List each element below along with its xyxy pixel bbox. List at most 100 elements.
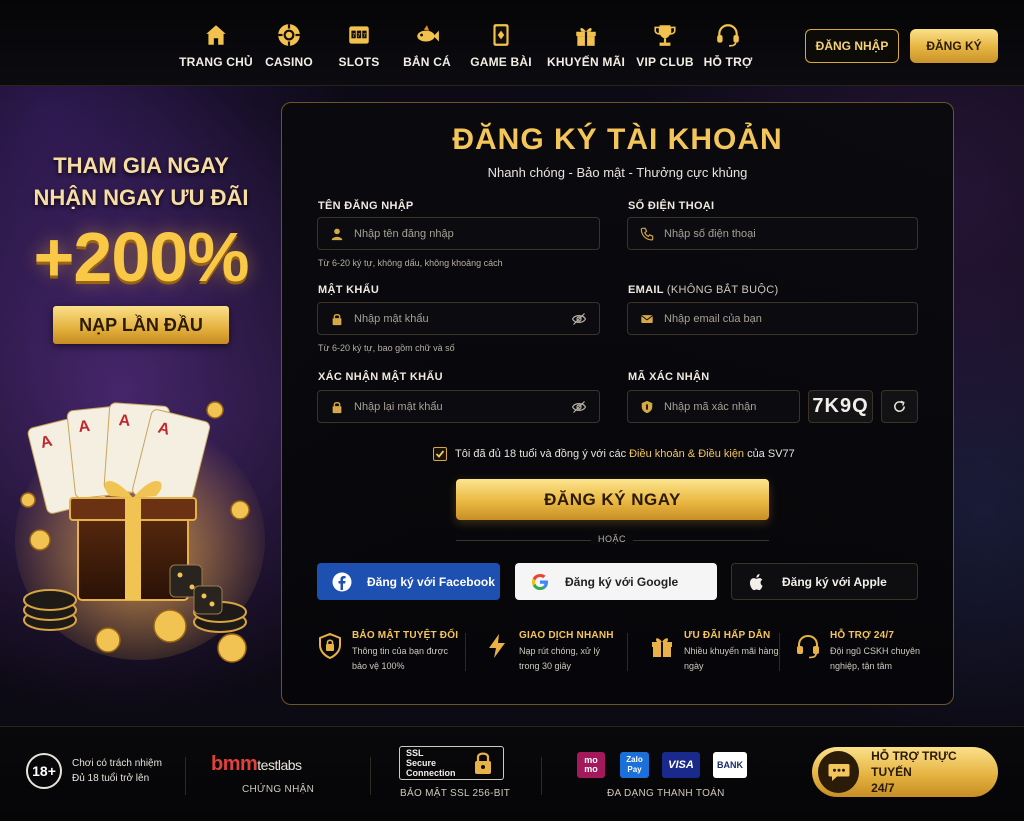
promo-bonus: +200% xyxy=(33,218,250,296)
nav-fishing[interactable]: BẮN CÁ xyxy=(394,22,460,69)
feature-divider xyxy=(465,633,466,671)
nav-slots[interactable]: 777 SLOTS xyxy=(324,22,394,69)
footer-divider xyxy=(185,757,186,795)
svg-text:A: A xyxy=(78,418,92,436)
responsible-gaming-text: Chơi có trách nhiệm Đủ 18 tuổi trở lên xyxy=(72,756,162,786)
support-line-1: HỖ TRỢ TRỰC TUYẾN xyxy=(871,749,957,779)
password-input[interactable] xyxy=(354,312,571,325)
nav-card-games-label: GAME BÀI xyxy=(470,55,532,69)
footer-divider xyxy=(370,757,371,795)
chat-bubble-icon xyxy=(818,751,860,793)
nav-support[interactable]: HỖ TRỢ xyxy=(700,22,756,69)
register-now-button[interactable]: ĐĂNG KÝ NGAY xyxy=(456,479,769,520)
eye-off-icon[interactable] xyxy=(571,311,587,327)
svg-text:7: 7 xyxy=(357,33,360,39)
footer-divider xyxy=(541,757,542,795)
feature-promotions: ƯU ĐÃI HẤP DẪN Nhiều khuyến mãi hàng ngày xyxy=(648,630,808,674)
nav-home[interactable]: TRANG CHỦ xyxy=(178,22,254,69)
ssl-caption: BẢO MẬT SSL 256-BIT xyxy=(400,788,511,799)
visa-logo: VISA xyxy=(662,752,700,778)
zalopay-logo: Zalo Pay xyxy=(620,752,649,778)
lock-icon xyxy=(332,313,342,325)
headset-icon xyxy=(717,24,739,47)
trophy-icon xyxy=(654,25,676,46)
phone-input[interactable] xyxy=(664,227,917,240)
refresh-icon xyxy=(894,400,905,412)
email-label-optional: (KHÔNG BẮT BUỘC) xyxy=(666,284,779,296)
bmm-caption: CHỨNG NHẬN xyxy=(242,784,315,795)
google-register-label: Đăng ký với Google xyxy=(565,574,679,589)
username-field[interactable] xyxy=(317,217,600,250)
email-input[interactable] xyxy=(664,312,917,325)
password-field[interactable] xyxy=(317,302,600,335)
slot-machine-icon: 777 xyxy=(349,26,369,44)
main-nav: TRANG CHỦ CASINO 777 SLOTS BẮN CÁ GAME B… xyxy=(178,22,756,69)
or-label: HOẶC xyxy=(591,534,633,544)
captcha-label: MÃ XÁC NHẬN xyxy=(628,371,710,383)
terms-prefix: Tôi đã đủ 18 tuổi và đồng ý với các xyxy=(455,448,627,460)
confirm-password-field[interactable] xyxy=(317,390,600,423)
responsible-line-1: Chơi có trách nhiệm xyxy=(72,758,162,769)
nav-vip[interactable]: VIP CLUB xyxy=(630,22,700,69)
google-register-button[interactable]: Đăng ký với Google xyxy=(515,563,717,600)
gift-icon xyxy=(576,27,596,46)
phone-field[interactable] xyxy=(627,217,918,250)
card-icon xyxy=(493,24,509,46)
payment-caption: ĐA DẠNG THANH TOÁN xyxy=(607,788,725,799)
feature-divider xyxy=(779,633,780,671)
age-18-badge: 18+ xyxy=(26,753,62,789)
nav-fishing-label: BẮN CÁ xyxy=(403,55,451,69)
bank-logo: BANK xyxy=(713,752,747,778)
terms-row: Tôi đã đủ 18 tuổi và đồng ý với các Điều… xyxy=(433,447,795,461)
terms-checkbox[interactable] xyxy=(433,447,447,461)
confirm-password-input[interactable] xyxy=(354,400,571,413)
eye-off-icon[interactable] xyxy=(571,399,587,415)
email-label: EMAIL (KHÔNG BẮT BUỘC) xyxy=(628,284,778,296)
captcha-refresh-button[interactable] xyxy=(881,390,918,423)
google-icon xyxy=(532,573,548,590)
promo-line-1: THAM GIA NGAY xyxy=(53,153,229,178)
cards-gift-illustration: A A A A xyxy=(15,401,265,663)
fish-icon xyxy=(417,25,439,42)
responsible-line-2: Đủ 18 tuổi trở lên xyxy=(72,773,150,784)
terms-link[interactable]: Điều khoản & Điều kiện xyxy=(629,448,744,460)
login-button[interactable]: ĐĂNG NHẬP xyxy=(805,29,899,63)
nav-vip-label: VIP CLUB xyxy=(636,55,694,69)
padlock-icon xyxy=(475,752,491,774)
facebook-register-button[interactable]: Đăng ký với Facebook xyxy=(317,563,500,600)
home-icon xyxy=(206,25,226,45)
promo-banner: THAM GIA NGAY NHẬN NGAY ƯU ĐÃI +200% NẠP… xyxy=(0,150,282,344)
shield-icon xyxy=(641,400,653,413)
captcha-input[interactable] xyxy=(664,400,806,413)
nav-card-games[interactable]: GAME BÀI xyxy=(460,22,542,69)
nav-casino[interactable]: CASINO xyxy=(254,22,324,69)
nav-home-label: TRANG CHỦ xyxy=(179,55,253,69)
footer: 18+ Chơi có trách nhiệm Đủ 18 tuổi trở l… xyxy=(0,726,1024,821)
svg-text:A: A xyxy=(118,412,131,430)
feature-support: HỖ TRỢ 24/7 Đội ngũ CSKH chuyên nghiệp, t… xyxy=(794,630,954,674)
username-label: TÊN ĐĂNG NHẬP xyxy=(318,200,414,212)
phone-icon xyxy=(640,227,654,241)
feature-support-title: HỖ TRỢ 24/7 xyxy=(830,630,895,641)
apple-register-label: Đăng ký với Apple xyxy=(782,574,887,589)
form-subtitle: Nhanh chóng - Bảo mật - Thưởng cực khủng xyxy=(487,165,748,180)
ssl-text-2: Secure xyxy=(406,758,437,768)
bmm-suffix: testlabs xyxy=(257,757,302,773)
apple-register-button[interactable]: Đăng ký với Apple xyxy=(731,563,918,600)
phone-label: SỐ ĐIỆN THOẠI xyxy=(628,200,715,212)
feature-security-desc: Thông tin của bạn được bảo vệ 100% xyxy=(352,646,448,671)
nav-promotions[interactable]: KHUYẾN MÃI xyxy=(542,22,630,69)
support-line-2: 24/7 xyxy=(871,781,895,795)
captcha-field[interactable] xyxy=(627,390,806,423)
top-navigation-bar: TRANG CHỦ CASINO 777 SLOTS BẮN CÁ GAME B… xyxy=(0,0,1024,86)
feature-security-title: BẢO MẬT TUYỆT ĐỐI xyxy=(352,630,459,641)
register-button[interactable]: ĐĂNG KÝ xyxy=(910,29,998,63)
password-hint: Từ 6-20 ký tự, bao gồm chữ và số xyxy=(318,343,455,353)
headset-icon xyxy=(797,634,819,659)
user-icon xyxy=(331,228,343,240)
ssl-badge: SSL Secure Connection xyxy=(399,746,504,780)
email-field[interactable] xyxy=(627,302,918,335)
promo-ribbon: NẠP LẦN ĐẦU xyxy=(53,306,229,344)
username-input[interactable] xyxy=(354,227,599,240)
live-support-button[interactable]: HỖ TRỢ TRỰC TUYẾN 24/7 xyxy=(812,747,998,797)
